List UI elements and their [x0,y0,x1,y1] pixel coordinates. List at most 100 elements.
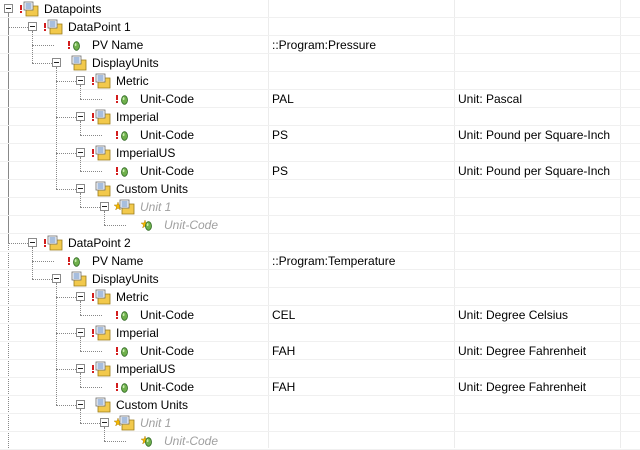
tree-row[interactable]: Unit 1 [0,414,640,432]
tree-row[interactable]: DisplayUnits [0,270,640,288]
collapse-toggle[interactable] [76,328,85,337]
folder-list-icon [95,145,111,161]
tree-row[interactable]: Unit-Code PS Unit: Pound per Square-Inch [0,126,640,144]
row-gridline [0,251,640,252]
tree-row[interactable]: DataPoint 1 [0,18,640,36]
warning-icon [116,383,118,391]
tree-node-display-units-label: DisplayUnits [92,272,159,286]
leaf-value-icon [121,382,128,392]
warning-icon [20,5,22,13]
tree-node-new-unit-code-label: Unit-Code [164,434,219,448]
tree-connector [8,27,30,28]
tree-row[interactable]: Metric [0,288,640,306]
row-gridline [0,107,640,108]
description-cell[interactable]: Unit: Degree Fahrenheit [458,380,586,394]
tree-row[interactable]: DisplayUnits [0,54,640,72]
collapse-toggle[interactable] [52,58,61,67]
tree-row[interactable]: Unit 1 [0,198,640,216]
collapse-toggle[interactable] [100,418,109,427]
value-cell[interactable]: CEL [272,308,295,322]
tree-node-datapoint-label: DataPoint 2 [68,236,131,250]
value-cell[interactable]: FAH [272,380,295,394]
tree-connector [80,171,102,172]
warning-icon [92,149,94,157]
value-cell[interactable]: FAH [272,344,295,358]
value-cell[interactable]: PS [272,164,288,178]
collapse-toggle[interactable] [76,400,85,409]
folder-list-icon [95,325,111,341]
folder-list-icon [95,181,111,197]
description-cell[interactable]: Unit: Pascal [458,92,522,106]
tree-row[interactable]: Unit-Code FAH Unit: Degree Fahrenheit [0,378,640,396]
tree-row[interactable]: Unit-Code PS Unit: Pound per Square-Inch [0,162,640,180]
tree-row[interactable]: Unit-Code CEL Unit: Degree Celsius [0,306,640,324]
leaf-value-icon [121,94,128,104]
tree-row[interactable]: PV Name::Program:Temperature [0,252,640,270]
tree-connector [32,261,54,262]
tree-node-unit-system-label: ImperialUS [116,362,176,376]
tree-connector [80,315,102,316]
tree-row[interactable]: ImperialUS [0,360,640,378]
collapse-toggle[interactable] [100,202,109,211]
row-gridline [0,323,640,324]
tree-row[interactable]: DataPoint 2 [0,234,640,252]
tree-row[interactable]: Unit-Code PAL Unit: Pascal [0,90,640,108]
description-cell[interactable]: Unit: Pound per Square-Inch [458,164,610,178]
value-cell[interactable]: PS [272,128,288,142]
tree-node-datapoint-label: DataPoint 1 [68,20,131,34]
collapse-toggle[interactable] [28,238,37,247]
tree-connector [56,81,78,82]
leaf-value-icon [121,130,128,140]
tree-row[interactable]: Unit-Code [0,216,640,234]
tree-node-unit-code-label: Unit-Code [140,92,195,106]
tree-node-unit-code-label: Unit-Code [140,128,195,142]
tree-row[interactable]: Unit-Code [0,432,640,450]
folder-list-icon [119,199,135,215]
leaf-value-icon [73,40,80,50]
tree-row[interactable]: ImperialUS [0,144,640,162]
tree-row[interactable]: Custom Units [0,396,640,414]
folder-list-icon [95,109,111,125]
warning-icon [68,41,70,49]
collapse-toggle[interactable] [4,4,13,13]
row-gridline [0,125,640,126]
tree-node-new-unit-code-label: Unit-Code [164,218,219,232]
tree-connector [80,423,102,424]
tree-connector [80,351,102,352]
collapse-toggle[interactable] [76,112,85,121]
tree-connector [80,99,102,100]
tree-row[interactable]: Custom Units [0,180,640,198]
collapse-toggle[interactable] [76,184,85,193]
leaf-value-icon [73,256,80,266]
description-cell[interactable]: Unit: Degree Fahrenheit [458,344,586,358]
collapse-toggle[interactable] [76,148,85,157]
value-cell[interactable]: PAL [272,92,294,106]
row-gridline [0,395,640,396]
tree-row[interactable]: Datapoints [0,0,640,18]
value-cell[interactable]: ::Program:Temperature [272,254,395,268]
collapse-toggle[interactable] [76,76,85,85]
description-cell[interactable]: Unit: Pound per Square-Inch [458,128,610,142]
warning-icon [92,113,94,121]
description-cell[interactable]: Unit: Degree Celsius [458,308,568,322]
tree-connector [56,117,78,118]
tree-node-custom-units-label: Custom Units [116,182,189,196]
row-gridline [0,17,640,18]
collapse-toggle[interactable] [76,364,85,373]
tree-node-unit-system-label: Imperial [116,326,159,340]
value-cell[interactable]: ::Program:Pressure [272,38,376,52]
tree-row[interactable]: PV Name::Program:Pressure [0,36,640,54]
collapse-toggle[interactable] [28,22,37,31]
warning-icon [92,77,94,85]
collapse-toggle[interactable] [76,292,85,301]
row-gridline [0,431,640,432]
collapse-toggle[interactable] [52,274,61,283]
tree-row[interactable]: Unit-Code FAH Unit: Degree Fahrenheit [0,342,640,360]
tree-row[interactable]: Imperial [0,108,640,126]
row-gridline [0,53,640,54]
folder-list-icon [71,271,87,287]
warning-icon [68,257,70,265]
row-gridline [0,305,640,306]
tree-row[interactable]: Metric [0,72,640,90]
tree-row[interactable]: Imperial [0,324,640,342]
